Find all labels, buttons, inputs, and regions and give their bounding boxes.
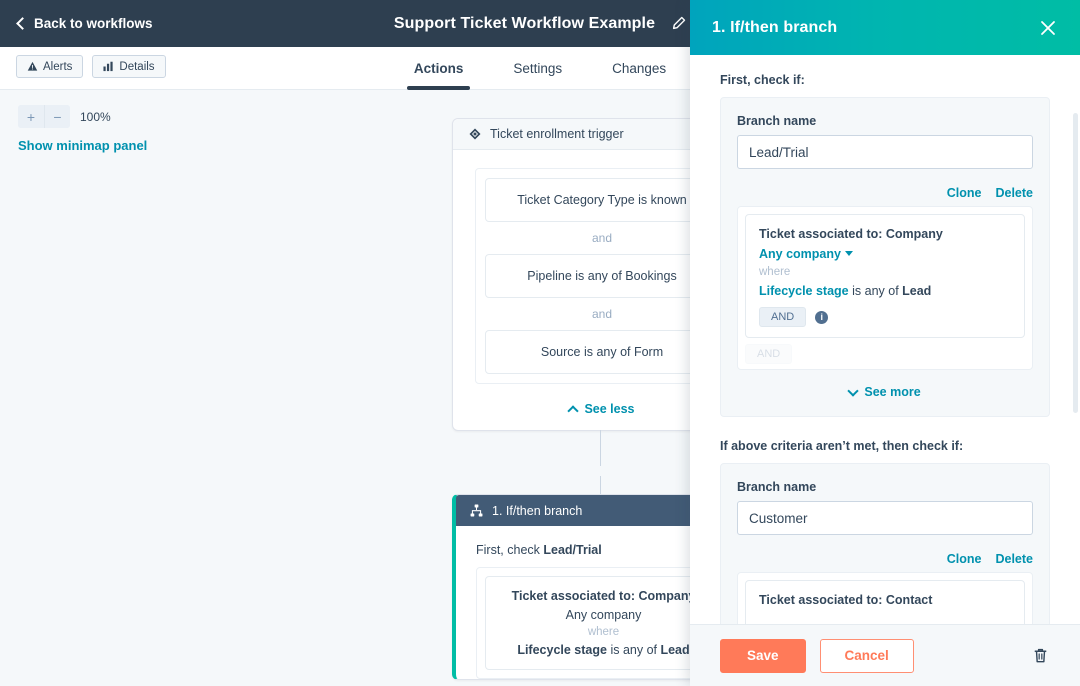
- close-icon[interactable]: [1038, 18, 1058, 38]
- workflow-editor: Back to workflows Support Ticket Workflo…: [0, 0, 1080, 686]
- filter-group-one: Ticket associated to: Company Any compan…: [737, 206, 1033, 370]
- filter-branch[interactable]: Ticket associated to: Company Any compan…: [745, 214, 1025, 338]
- branch-name-input[interactable]: [737, 501, 1033, 535]
- branch-name-input[interactable]: [737, 135, 1033, 169]
- condition-rule-property: Lifecycle stage: [517, 643, 607, 657]
- chevron-down-icon: [847, 384, 860, 397]
- criteria-joiner: and: [591, 307, 613, 321]
- filter-rule-value: Lead: [902, 284, 932, 298]
- see-more-label: See more: [864, 385, 921, 399]
- trigger-criterion[interactable]: Ticket Category Type is known: [485, 178, 719, 222]
- trash-icon[interactable]: [1031, 646, 1050, 665]
- tab-actions-label: Actions: [413, 61, 464, 76]
- clone-link[interactable]: Clone: [947, 186, 982, 200]
- filter-scope-dropdown[interactable]: Any company: [759, 241, 1011, 261]
- panel-scrollbar[interactable]: [1073, 113, 1078, 413]
- branch-card-one: Branch name Clone Delete Ticket associat…: [720, 97, 1050, 417]
- clone-delete-row: Clone Delete: [737, 169, 1033, 206]
- branch-icon: [470, 504, 483, 517]
- back-to-workflows-label: Back to workflows: [34, 16, 153, 31]
- clone-link[interactable]: Clone: [947, 552, 982, 566]
- filter-association-label: Ticket associated to: Contact: [759, 593, 933, 607]
- branch-edit-panel: 1. If/then branch First, check if: Branc…: [690, 0, 1080, 686]
- section-label-second-check: If above criteria aren’t met, then check…: [720, 439, 964, 453]
- panel-body[interactable]: First, check if: Branch name Clone Delet…: [690, 55, 1080, 624]
- zoom-button-group: + −: [18, 105, 70, 128]
- condition-where-label: where: [587, 626, 620, 638]
- tab-actions[interactable]: Actions: [406, 47, 470, 90]
- tab-changes[interactable]: Changes: [612, 47, 666, 90]
- filter-rule-operator: is any of: [848, 284, 903, 298]
- section-label-first-check: First, check if:: [720, 73, 805, 87]
- cancel-button[interactable]: Cancel: [819, 638, 914, 673]
- tab-settings[interactable]: Settings: [513, 47, 562, 90]
- filter-scope-label: Any company: [759, 247, 841, 261]
- filter-rule-property: Lifecycle stage: [759, 284, 849, 298]
- first-check-branch-name: Lead/Trial: [543, 543, 602, 557]
- clone-delete-row: Clone Delete: [737, 535, 1033, 572]
- condition-association: Ticket associated to: Company: [511, 589, 696, 603]
- and-row-ghost: AND: [745, 338, 1025, 364]
- panel-header: 1. If/then branch: [690, 0, 1080, 55]
- enrollment-trigger-icon: [469, 128, 481, 140]
- filter-group-two: Ticket associated to: Contact: [737, 572, 1033, 624]
- condition-rule-operator: is any of: [606, 643, 661, 657]
- branch-name-label: Branch name: [737, 114, 817, 128]
- add-and-condition-button-ghost[interactable]: AND: [745, 344, 793, 364]
- zoom-level-label: 100%: [80, 109, 111, 124]
- first-check-prefix: First, check: [476, 543, 544, 557]
- zoom-controls: + − 100%: [18, 105, 111, 128]
- filter-branch[interactable]: Ticket associated to: Contact: [745, 580, 1025, 624]
- chevron-down-icon: [844, 251, 853, 256]
- info-icon[interactable]: i: [815, 310, 829, 324]
- branch-node-title: 1. If/then branch: [492, 503, 583, 518]
- delete-link[interactable]: Delete: [995, 186, 1033, 200]
- panel-footer: Save Cancel: [690, 624, 1080, 686]
- filter-where-label: where: [759, 266, 791, 278]
- trigger-criterion-text: Ticket Category Type is known: [517, 193, 687, 207]
- zoom-out-button[interactable]: −: [44, 105, 70, 128]
- branch-condition[interactable]: Ticket associated to: Company Any compan…: [485, 576, 722, 670]
- pencil-icon[interactable]: [671, 16, 686, 31]
- branch-card-two: Branch name Clone Delete Ticket associat…: [720, 463, 1050, 624]
- branch-name-label: Branch name: [737, 480, 817, 494]
- and-row: AND i: [759, 298, 1011, 327]
- delete-link[interactable]: Delete: [995, 552, 1033, 566]
- condition-rule: Lifecycle stage is any of Lead: [496, 638, 711, 657]
- show-minimap-panel-link[interactable]: Show minimap panel: [18, 138, 147, 153]
- flow-connector-line: [600, 430, 601, 466]
- condition-scope: Any company: [565, 608, 642, 622]
- tab-settings-label: Settings: [513, 61, 563, 76]
- trigger-criterion[interactable]: Pipeline is any of Bookings: [485, 254, 719, 298]
- tab-changes-label: Changes: [612, 61, 667, 76]
- condition-rule-value: Lead: [660, 643, 690, 657]
- chevron-left-icon: [16, 16, 29, 30]
- trigger-node-title: Ticket enrollment trigger: [490, 127, 624, 141]
- zoom-in-button[interactable]: +: [18, 105, 44, 128]
- chevron-up-icon: [567, 404, 580, 417]
- trigger-criterion[interactable]: Source is any of Form: [485, 330, 719, 374]
- trigger-criterion-text: Source is any of Form: [540, 345, 664, 359]
- criteria-joiner: and: [591, 231, 613, 245]
- panel-title: 1. If/then branch: [712, 18, 838, 36]
- trigger-criterion-text: Pipeline is any of Bookings: [527, 269, 677, 283]
- see-less-label: See less: [584, 402, 635, 416]
- save-button[interactable]: Save: [720, 638, 806, 673]
- add-and-condition-button[interactable]: AND: [759, 307, 807, 327]
- see-more-toggle[interactable]: See more: [737, 370, 1033, 402]
- filter-rule[interactable]: Lifecycle stage is any of Lead: [759, 278, 1011, 298]
- page-title: Support Ticket Workflow Example: [393, 14, 656, 32]
- back-to-workflows-link[interactable]: Back to workflows: [16, 16, 153, 31]
- filter-association-label: Ticket associated to: Company: [759, 227, 943, 241]
